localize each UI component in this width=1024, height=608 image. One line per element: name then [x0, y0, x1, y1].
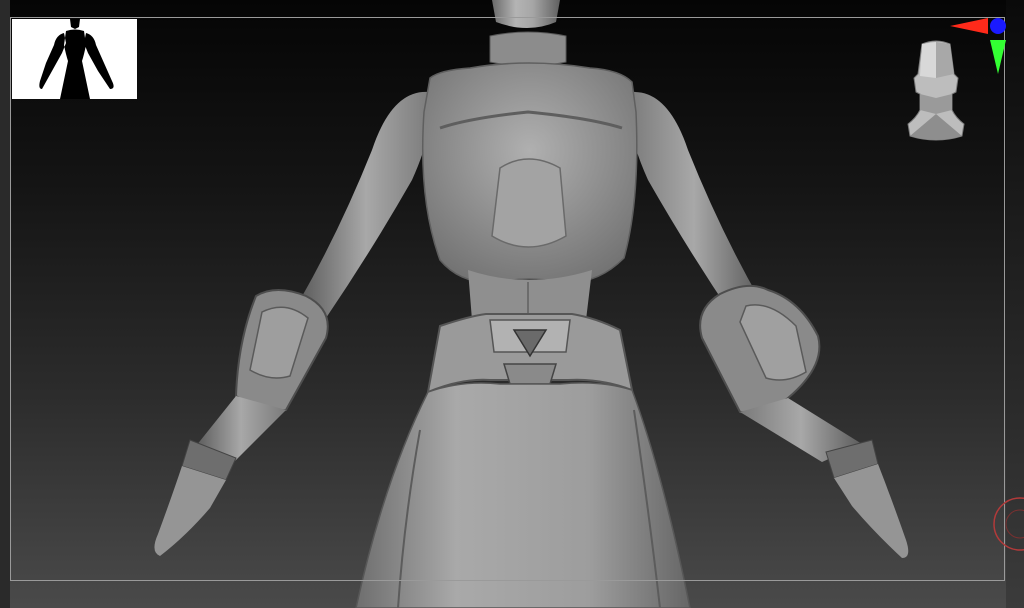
silhouette-icon: [39, 19, 114, 99]
right-hand: [834, 464, 909, 558]
silhouette-thumbnail[interactable]: [12, 19, 137, 99]
left-upper-arm: [300, 91, 432, 318]
chest-center-plate: [491, 158, 567, 248]
left-hand: [154, 466, 226, 556]
neck: [492, 0, 560, 28]
right-upper-arm: [628, 91, 760, 318]
character-model[interactable]: [0, 0, 1024, 608]
z-axis-dot[interactable]: [990, 18, 1006, 34]
rotate-ring-icon[interactable]: [988, 492, 1024, 556]
collar: [489, 31, 567, 67]
belt-clasp: [502, 363, 558, 385]
sculpt-viewport[interactable]: [0, 0, 1024, 608]
y-axis-arrow[interactable]: [990, 40, 1006, 74]
axis-gizmo-icon[interactable]: [948, 14, 1012, 78]
x-axis-arrow[interactable]: [950, 18, 988, 34]
skirt: [355, 382, 691, 608]
